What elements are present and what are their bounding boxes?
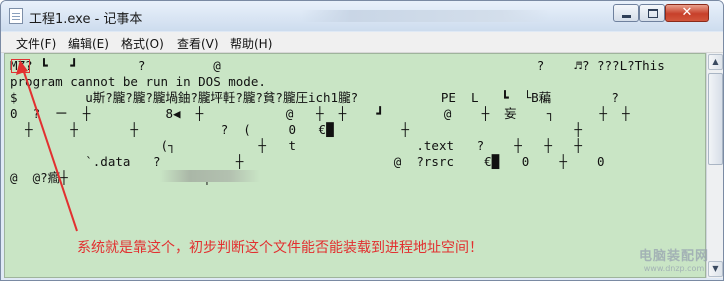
watermark-logo: 电脑装配网 www.dnzp.com (639, 245, 709, 273)
blurred-region (301, 10, 551, 22)
menu-edit[interactable]: 编辑(E) (68, 35, 109, 52)
notepad-window: 工程1.exe - 记事本 ✕ 文件(F) 编辑(E) 格式(O) 查看(V) … (0, 0, 724, 281)
editor-line: 0 ? ー ┼ 8◀ ┼ @ ┼ ┼ ┛ @ ┼ 妄 ┐ ┼ ┼ (10, 106, 630, 121)
notepad-icon[interactable] (9, 8, 23, 24)
editor-line: program cannot be run in DOS mode. (10, 74, 266, 89)
window-title: 工程1.exe - 记事本 (29, 12, 143, 27)
scroll-up-button[interactable]: ▲ (708, 54, 723, 70)
editor-line: $ u斯?朧?朧?朧堝鈾?朧坪軠?朧?貧?朧圧ich1朧? PE L ┗ └B藊… (10, 90, 619, 105)
close-icon: ✕ (681, 5, 693, 20)
title-bar[interactable]: 工程1.exe - 记事本 ✕ (1, 1, 723, 31)
menu-file[interactable]: 文件(F) (16, 35, 56, 52)
minimize-button[interactable] (613, 4, 639, 22)
menu-format[interactable]: 格式(O) (121, 35, 164, 52)
minimize-icon (614, 5, 638, 21)
menu-bar: 文件(F) 编辑(E) 格式(O) 查看(V) 帮助(H) (1, 32, 723, 53)
editor-line: ┼ ┼ ┼ ? ( 0 €█ ┼ ┼ (10, 122, 582, 137)
mz-highlight-box (11, 59, 30, 73)
editor-line: (┐ ┼ t .text ? ┼ ┼ ┼ (10, 138, 582, 153)
editor-line: `.data ? ┼ @ ?rsrc €█ 0 ┼ 0 (10, 154, 605, 169)
scroll-down-button[interactable]: ▼ (708, 261, 723, 277)
close-button[interactable]: ✕ (665, 4, 709, 22)
watermark-url: www.dnzp.com (643, 264, 705, 273)
watermark-title: 电脑装配网 (639, 249, 710, 264)
maximize-button[interactable] (639, 4, 665, 22)
blurred-region (160, 170, 260, 182)
scroll-thumb[interactable] (708, 73, 723, 165)
editor-line: MZ? ┗ ┛ ? @ ? ♬? ???L?This (10, 58, 665, 73)
maximize-icon (640, 5, 664, 21)
menu-view[interactable]: 查看(V) (177, 35, 219, 52)
annotation-text: 系统就是靠这个，初步判断这个文件能否能装载到进程地址空间！ (77, 240, 483, 256)
menu-help[interactable]: 帮助(H) (230, 35, 272, 52)
